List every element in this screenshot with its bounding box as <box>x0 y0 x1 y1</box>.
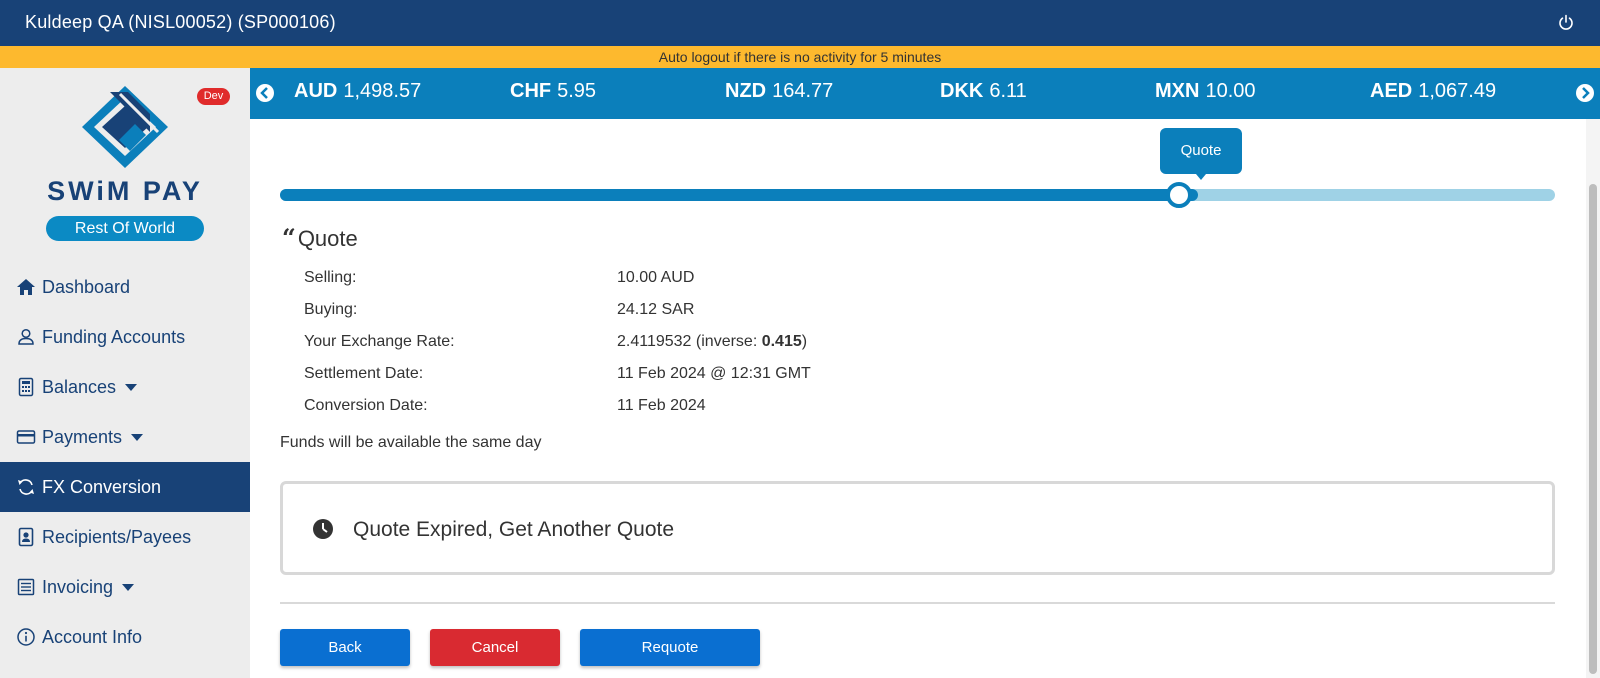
quote-details: Selling: 10.00 AUD Buying: 24.12 SAR You… <box>304 269 1004 429</box>
credit-card-icon <box>16 430 36 444</box>
detail-label: Selling: <box>304 269 357 286</box>
calculator-icon <box>18 377 34 397</box>
currency-value: 5.95 <box>557 80 597 102</box>
detail-row: Buying: 24.12 SAR <box>304 301 1004 333</box>
currency-ticker: AUD 1,498.57 CHF 5.95 NZD 164.77 DKK 6.11 MX… <box>250 68 1600 119</box>
progress-step-tooltip: Quote <box>1160 128 1242 180</box>
section-title-text: Quote <box>297 226 358 251</box>
region-badge: Rest Of World <box>46 216 204 241</box>
progress-track <box>280 189 1555 201</box>
sidebar-item-recipients-payees[interactable]: Recipients/Payees <box>0 512 250 562</box>
sidebar-item-label: Funding Accounts <box>42 326 186 347</box>
ticker-item: AUD 1,498.57 <box>294 80 421 103</box>
detail-row: Selling: 10.00 AUD <box>304 269 1004 301</box>
sidebar-item-account-info[interactable]: Account Info <box>0 612 250 662</box>
sidebar-item-label: Invoicing <box>42 576 114 597</box>
cancel-button[interactable]: Cancel <box>430 629 560 666</box>
env-badge: Dev <box>197 88 230 105</box>
currency-value: 1,067.49 <box>1418 80 1497 102</box>
sidebar-item-dashboard[interactable]: Dashboard <box>0 262 250 312</box>
settlement-date-value: 11 Feb 2024 @ 12:31 GMT <box>617 365 811 382</box>
detail-row: Conversion Date: 11 Feb 2024 <box>304 397 1004 429</box>
scrollbar-thumb[interactable] <box>1589 184 1597 674</box>
detail-label: Settlement Date: <box>304 365 424 382</box>
sidebar-item-label: Recipients/Payees <box>42 526 192 547</box>
quote-expired-message: Quote Expired, Get Another Quote <box>353 518 675 541</box>
ticker-item: MXN 10.00 <box>1155 80 1256 103</box>
currency-value: 1,498.57 <box>343 80 422 102</box>
quote-expired-panel: Quote Expired, Get Another Quote <box>280 481 1555 575</box>
sidebar-item-label: FX Conversion <box>42 476 162 497</box>
rate-inverse-suffix: ) <box>801 333 808 350</box>
currency-code: CHF <box>510 80 552 102</box>
power-icon[interactable] <box>1556 13 1576 33</box>
logo-text: SWiM PAY <box>47 176 203 206</box>
funds-availability-note: Funds will be available the same day <box>280 434 542 451</box>
divider <box>280 602 1555 604</box>
quote-icon: “ <box>282 223 296 252</box>
currency-value: 10.00 <box>1205 80 1256 102</box>
user-account-title: Kuldeep QA (NISL00052) (SP000106) <box>25 12 336 32</box>
sidebar-item-label: Payments <box>42 426 123 447</box>
detail-row: Settlement Date: 11 Feb 2024 @ 12:31 GMT <box>304 365 1004 397</box>
auto-logout-banner: Auto logout if there is no activity for … <box>0 46 1600 68</box>
ticker-item: CHF 5.95 <box>510 80 596 103</box>
section-title: “Quote <box>282 223 358 252</box>
chevron-down-icon <box>125 383 138 391</box>
refresh-icon <box>18 479 34 495</box>
currency-code: AED <box>1370 80 1413 102</box>
currency-code: DKK <box>940 80 984 102</box>
detail-label: Conversion Date: <box>304 397 428 414</box>
user-icon <box>18 328 34 345</box>
progress-knob <box>1166 182 1192 208</box>
progress-fill <box>280 189 1198 201</box>
buying-value: 24.12 SAR <box>617 301 695 318</box>
list-icon <box>17 578 35 596</box>
info-icon <box>17 628 35 646</box>
currency-code: NZD <box>725 80 767 102</box>
logo-area: Dev SWiM PAY Rest Of World <box>0 68 250 246</box>
sidebar-item-label: Account Info <box>42 626 143 647</box>
ticker-item: NZD 164.77 <box>725 80 833 103</box>
sidebar-item-label: Dashboard <box>42 276 131 297</box>
rate-inverse-value: 0.415 <box>761 333 802 350</box>
selling-value: 10.00 AUD <box>617 269 695 286</box>
chevron-down-icon <box>131 433 144 441</box>
detail-label: Buying: <box>304 301 358 318</box>
currency-code: AUD <box>294 80 338 102</box>
sidebar-item-fx-conversion[interactable]: FX Conversion <box>0 462 250 512</box>
sidebar-item-invoicing[interactable]: Invoicing <box>0 562 250 612</box>
exchange-rate-value: 2.4119532 (inverse: 0.415) <box>617 333 807 351</box>
currency-code: MXN <box>1155 80 1200 102</box>
sidebar-item-payments[interactable]: Payments <box>0 412 250 462</box>
currency-value: 164.77 <box>772 80 834 102</box>
home-icon <box>17 279 35 295</box>
requote-button[interactable]: Requote <box>580 629 760 666</box>
chevron-right-icon[interactable] <box>1576 84 1594 102</box>
back-button[interactable]: Back <box>280 629 410 666</box>
scrollbar[interactable] <box>1586 119 1600 678</box>
detail-label: Your Exchange Rate: <box>304 333 455 350</box>
sidebar-item-funding-accounts[interactable]: Funding Accounts <box>0 312 250 362</box>
ticker-item: DKK 6.11 <box>940 80 1027 103</box>
conversion-date-value: 11 Feb 2024 <box>617 397 706 414</box>
clock-icon <box>313 519 333 539</box>
ticker-item: AED 1,067.49 <box>1370 80 1496 103</box>
contact-card-icon <box>18 527 34 547</box>
rate-value: 2.4119532 <box>617 333 692 350</box>
top-bar: Kuldeep QA (NISL00052) (SP000106) <box>0 0 1600 46</box>
detail-row: Your Exchange Rate: 2.4119532 (inverse: … <box>304 333 1004 365</box>
swim-pay-logo-icon <box>82 86 168 168</box>
main-content: Quote “Quote Selling: 10.00 AUD Buying: … <box>250 119 1585 678</box>
currency-value: 6.11 <box>989 80 1027 102</box>
sidebar-item-balances[interactable]: Balances <box>0 362 250 412</box>
sidebar-item-label: Balances <box>42 376 117 397</box>
chevron-left-icon[interactable] <box>256 84 274 102</box>
rate-inverse-prefix: (inverse: <box>695 333 762 350</box>
chevron-down-icon <box>122 583 135 591</box>
sidebar: Dev SWiM PAY Rest Of World Dashboard Fun… <box>0 68 250 678</box>
sidebar-nav: Dashboard Funding Accounts Balances Paym… <box>0 262 250 662</box>
